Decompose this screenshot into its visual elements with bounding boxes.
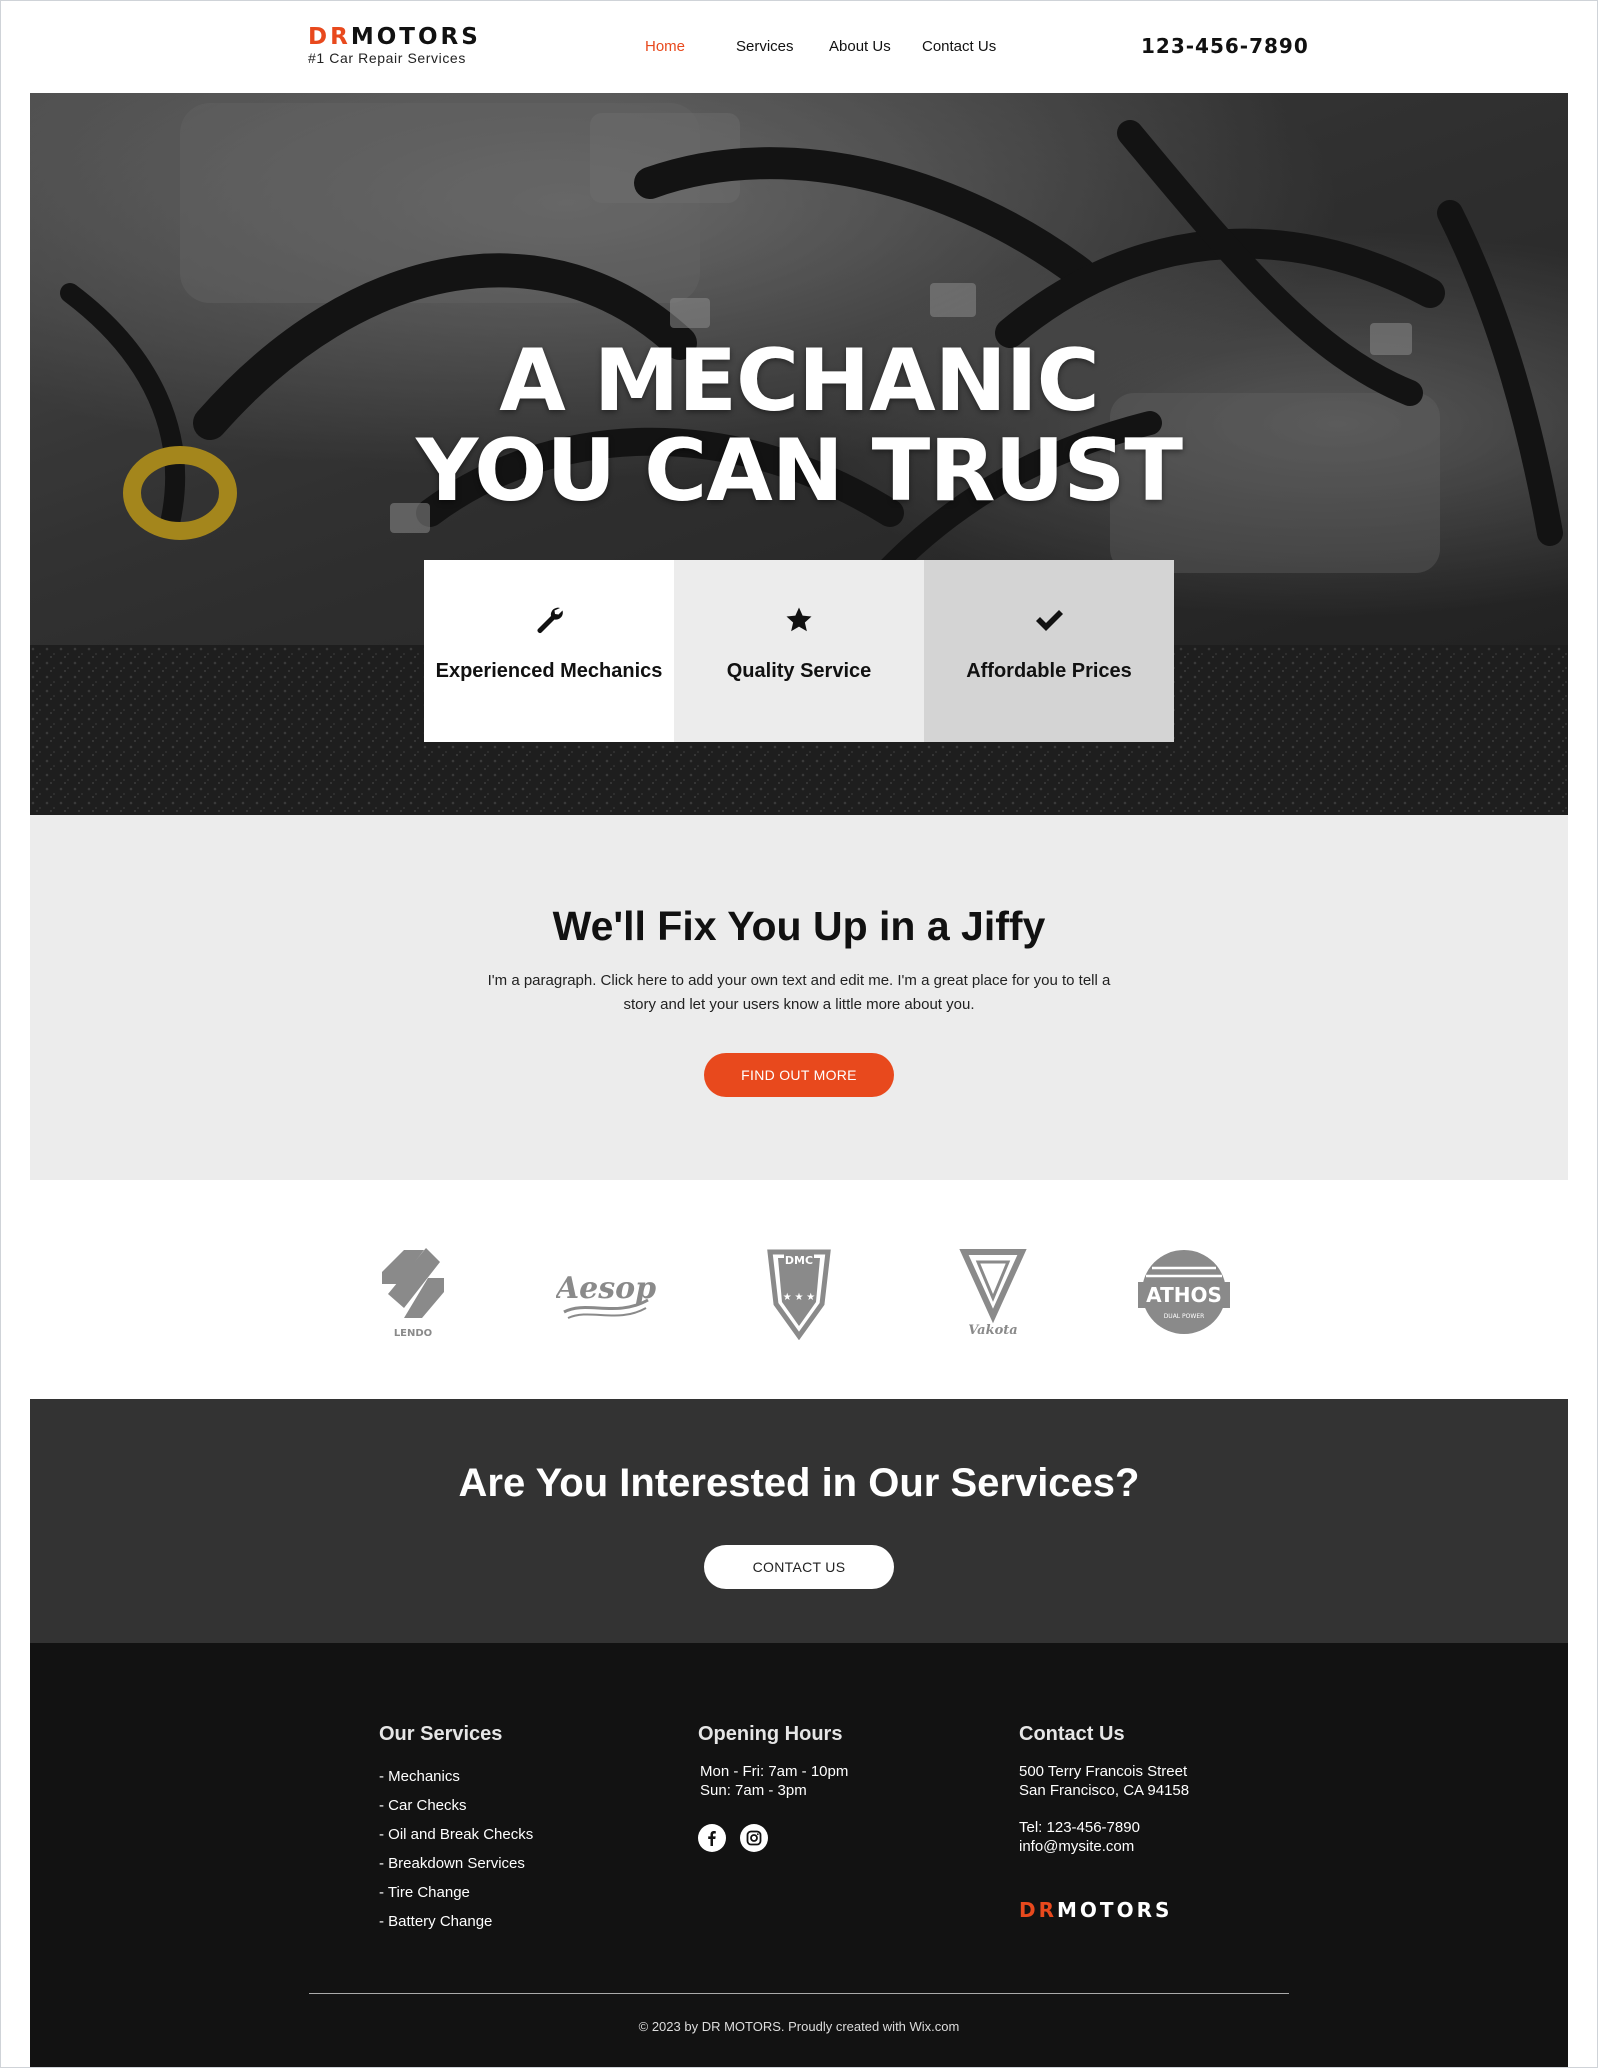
footer-logo-motors: MOTORS	[1057, 1898, 1173, 1922]
feature-boxes: Experienced Mechanics Quality Service Af…	[424, 560, 1174, 742]
copyright-text: © 2023 by DR MOTORS. Proudly created wit…	[638, 2019, 960, 2034]
site-footer: Our Services - Mechanics - Car Checks - …	[30, 1643, 1568, 2068]
feature-label: Affordable Prices	[966, 660, 1132, 682]
vakota-logo[interactable]: Vakota	[958, 1244, 1028, 1340]
brand-name: ATHOS	[1146, 1283, 1222, 1307]
footer-contact-details: Tel: 123-456-7890 info@mysite.com	[1019, 1818, 1189, 1856]
hours-line: Mon - Fri: 7am - 10pm	[700, 1763, 849, 1780]
footer-service-item[interactable]: - Tire Change	[379, 1878, 533, 1907]
address-line: 500 Terry Francois Street	[1019, 1763, 1188, 1780]
checkmark-icon	[1031, 602, 1067, 638]
hero-title: A MECHANIC YOU CAN TRUST	[30, 336, 1568, 516]
wrench-icon	[531, 602, 567, 638]
hero-section: A MECHANIC YOU CAN TRUST Experienced Mech…	[30, 93, 1568, 815]
footer-logo-dr: DR	[1019, 1898, 1058, 1922]
aesop-logo[interactable]: Aesop	[556, 1244, 656, 1340]
intro-paragraph: I'm a paragraph. Click here to add your …	[487, 972, 1111, 1013]
cta-section: Are You Interested in Our Services? CONT…	[30, 1399, 1568, 1643]
svg-text:★ ★ ★: ★ ★ ★	[783, 1292, 815, 1303]
feature-label: Quality Service	[726, 660, 872, 682]
brand-name: Aesop	[556, 1271, 656, 1306]
footer-logo[interactable]: DRMOTORS	[1019, 1898, 1189, 1922]
brand-subtitle: DUAL POWER	[1164, 1313, 1205, 1320]
footer-service-item[interactable]: - Car Checks	[379, 1791, 533, 1820]
main-nav: Home Services About Us Contact Us	[0, 38, 1598, 60]
site-header: DRMOTORS #1 Car Repair Services Home Ser…	[0, 0, 1598, 92]
footer-service-item[interactable]: - Oil and Break Checks	[379, 1820, 533, 1849]
footer-service-item[interactable]: - Battery Change	[379, 1907, 533, 1936]
lendo-logo[interactable]: LENDO	[378, 1244, 448, 1340]
footer-services-column: Our Services - Mechanics - Car Checks - …	[379, 1723, 533, 1936]
brand-logos: LENDO Aesop DMC ★ ★ ★ Vakota ATHOS DUAL …	[0, 1180, 1598, 1399]
intro-section: We'll Fix You Up in a Jiffy I'm a paragr…	[30, 815, 1568, 1180]
footer-address: 500 Terry Francois Street San Francisco,…	[1019, 1762, 1189, 1800]
star-icon	[781, 602, 817, 638]
instagram-icon[interactable]	[740, 1824, 768, 1852]
hero-title-line2: YOU CAN TRUST	[416, 421, 1183, 521]
nav-about-us[interactable]: About Us	[829, 38, 891, 55]
footer-hours-column: Opening Hours Mon - Fri: 7am - 10pm Sun:…	[698, 1723, 848, 1852]
hero-title-line1: A MECHANIC	[499, 331, 1100, 431]
footer-divider	[309, 1993, 1289, 1994]
dmc-logo[interactable]: DMC ★ ★ ★	[764, 1244, 834, 1340]
find-out-more-button[interactable]: FIND OUT MORE	[704, 1053, 894, 1097]
social-links	[698, 1824, 848, 1852]
brand-name: LENDO	[394, 1328, 432, 1339]
feature-affordable-prices[interactable]: Affordable Prices	[924, 560, 1174, 742]
contact-us-button[interactable]: CONTACT US	[704, 1545, 894, 1589]
brand-name: DMC	[785, 1254, 813, 1267]
footer-service-item[interactable]: - Mechanics	[379, 1762, 533, 1791]
footer-services-list: - Mechanics - Car Checks - Oil and Break…	[379, 1762, 533, 1936]
nav-home[interactable]: Home	[645, 38, 685, 55]
facebook-icon[interactable]	[698, 1824, 726, 1852]
footer-contact-title: Contact Us	[1019, 1723, 1125, 1745]
intro-heading: We'll Fix You Up in a Jiffy	[552, 903, 1046, 949]
opening-hours: Mon - Fri: 7am - 10pm Sun: 7am - 3pm	[698, 1762, 848, 1800]
nav-services[interactable]: Services	[736, 38, 794, 55]
feature-quality-service[interactable]: Quality Service	[674, 560, 924, 742]
athos-logo[interactable]: ATHOS DUAL POWER	[1136, 1244, 1232, 1340]
header-phone[interactable]: 123-456-7890	[1141, 34, 1309, 58]
address-line: San Francisco, CA 94158	[1019, 1782, 1190, 1799]
footer-email[interactable]: info@mysite.com	[1019, 1837, 1189, 1856]
hours-line: Sun: 7am - 3pm	[700, 1782, 807, 1799]
footer-service-item[interactable]: - Breakdown Services	[379, 1849, 533, 1878]
footer-services-title: Our Services	[379, 1723, 503, 1745]
footer-hours-title: Opening Hours	[698, 1723, 843, 1745]
footer-tel[interactable]: Tel: 123-456-7890	[1019, 1818, 1189, 1837]
footer-contact-column: Contact Us 500 Terry Francois Street San…	[1019, 1723, 1189, 1922]
nav-contact-us[interactable]: Contact Us	[922, 38, 996, 55]
cta-heading: Are You Interested in Our Services?	[458, 1461, 1140, 1505]
brand-name: Vakota	[968, 1323, 1017, 1338]
feature-label: Experienced Mechanics	[435, 660, 663, 682]
feature-experienced-mechanics[interactable]: Experienced Mechanics	[424, 560, 674, 742]
